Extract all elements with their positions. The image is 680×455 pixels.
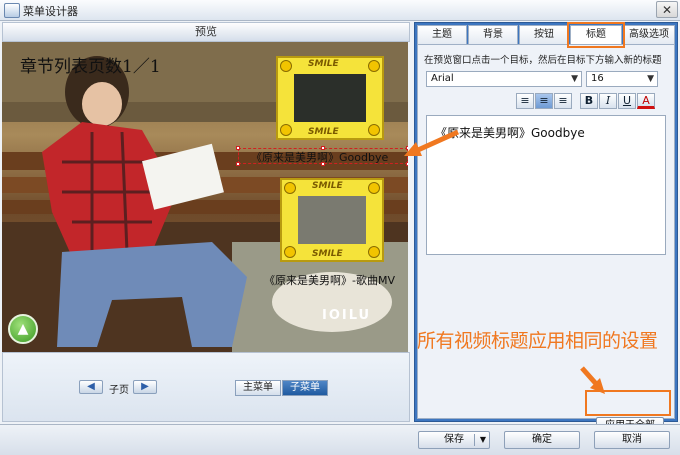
tab-highlight xyxy=(567,22,625,48)
preview-controls: ◀ 子页 ▶ 主菜单 子菜单 xyxy=(2,352,410,422)
font-size-select[interactable]: 16 ▼ xyxy=(586,71,658,87)
close-button[interactable]: ✕ xyxy=(656,1,678,18)
tab-buttons[interactable]: 按钮 xyxy=(519,25,569,45)
instruction-text: 在预览窗口点击一个目标，然后在目标下方输入新的标题 xyxy=(424,55,662,66)
settings-tabs: 主题 背景 按钮 标题 高级选项 xyxy=(417,25,675,45)
save-label: 保存 xyxy=(444,434,464,445)
title-bar: 菜单设计器 ✕ xyxy=(0,0,680,21)
separator xyxy=(474,434,475,446)
chevron-down-icon: ▼ xyxy=(647,74,654,84)
subpage-label: 子页 xyxy=(109,385,129,396)
smiley-icon xyxy=(368,246,380,258)
page-title: 章节列表页数1／1 xyxy=(20,57,161,77)
tab-theme[interactable]: 主题 xyxy=(417,25,467,45)
thumbnail-frame-text: SMILE xyxy=(312,249,343,259)
resize-handle[interactable] xyxy=(406,162,408,166)
resize-handle[interactable] xyxy=(406,146,408,150)
italic-icon[interactable]: I xyxy=(599,93,617,109)
text-color-icon[interactable]: A xyxy=(637,93,655,109)
footer-bar: 保存 ▼ 确定 取消 xyxy=(0,424,680,455)
smiley-icon xyxy=(368,182,380,194)
font-value: Arial xyxy=(431,73,454,84)
next-page-button[interactable]: ▶ xyxy=(133,380,157,394)
preview-header: 预览 xyxy=(2,22,410,42)
smiley-icon xyxy=(368,60,380,72)
smiley-icon xyxy=(280,124,292,136)
underline-icon[interactable]: U xyxy=(618,93,636,109)
thumbnail-frame-text: SMILE xyxy=(312,181,343,191)
thumbnail-frame-text: SMILE xyxy=(308,127,339,137)
prev-page-button[interactable]: ◀ xyxy=(79,380,103,394)
title-editor[interactable]: 《原来是美男啊》Goodbye xyxy=(426,115,666,255)
chapter-title[interactable]: 《原来是美男啊》-歌曲MV xyxy=(264,272,395,288)
font-select[interactable]: Arial ▼ xyxy=(426,71,582,87)
resize-handle[interactable] xyxy=(321,146,325,150)
selection-box xyxy=(236,146,408,166)
chevron-down-icon: ▼ xyxy=(571,74,578,84)
apply-highlight xyxy=(585,390,671,416)
watermark: IOILU xyxy=(322,308,372,323)
chapter-thumbnail[interactable]: SMILE SMILE xyxy=(280,178,384,262)
align-right-icon[interactable]: ≡ xyxy=(554,93,572,109)
preview-canvas[interactable]: 章节列表页数1／1 SMILE SMILE 《原来是美男啊》Goodbye SM… xyxy=(2,42,408,352)
resize-handle[interactable] xyxy=(236,162,240,166)
align-left-icon[interactable]: ≡ xyxy=(516,93,534,109)
main-menu-tab[interactable]: 主菜单 xyxy=(235,380,281,396)
align-center-icon[interactable]: ≡ xyxy=(535,93,553,109)
thumbnail-frame-text: SMILE xyxy=(308,59,339,69)
smiley-icon xyxy=(284,182,296,194)
app-icon xyxy=(4,3,20,18)
sub-menu-tab[interactable]: 子菜单 xyxy=(282,380,328,396)
settings-panel: 主题 背景 按钮 标题 高级选项 在预览窗口点击一个目标，然后在目标下方输入新的… xyxy=(414,22,678,435)
smiley-icon xyxy=(368,124,380,136)
title-settings: 在预览窗口点击一个目标，然后在目标下方输入新的标题 Arial ▼ 16 ▼ ≡… xyxy=(417,44,675,435)
save-button[interactable]: 保存 ▼ xyxy=(418,431,490,449)
resize-handle[interactable] xyxy=(321,162,325,166)
editor-text: 《原来是美男啊》Goodbye xyxy=(435,126,585,140)
tab-background[interactable]: 背景 xyxy=(468,25,518,45)
window-title: 菜单设计器 xyxy=(23,5,78,18)
chapter-thumbnail[interactable]: SMILE SMILE xyxy=(276,56,384,140)
font-size-value: 16 xyxy=(591,73,604,84)
annotation-text: 所有视频标题应用相同的设置 xyxy=(417,330,658,352)
bold-icon[interactable]: B xyxy=(580,93,598,109)
tab-advanced[interactable]: 高级选项 xyxy=(623,25,675,45)
ok-button[interactable]: 确定 xyxy=(504,431,580,449)
up-arrow-button[interactable]: ▲ xyxy=(8,314,38,344)
smiley-icon xyxy=(284,246,296,258)
thumbnail-image xyxy=(294,74,366,122)
smiley-icon xyxy=(280,60,292,72)
resize-handle[interactable] xyxy=(236,146,240,150)
chevron-down-icon[interactable]: ▼ xyxy=(480,432,486,448)
cancel-button[interactable]: 取消 xyxy=(594,431,670,449)
thumbnail-image xyxy=(298,196,366,244)
